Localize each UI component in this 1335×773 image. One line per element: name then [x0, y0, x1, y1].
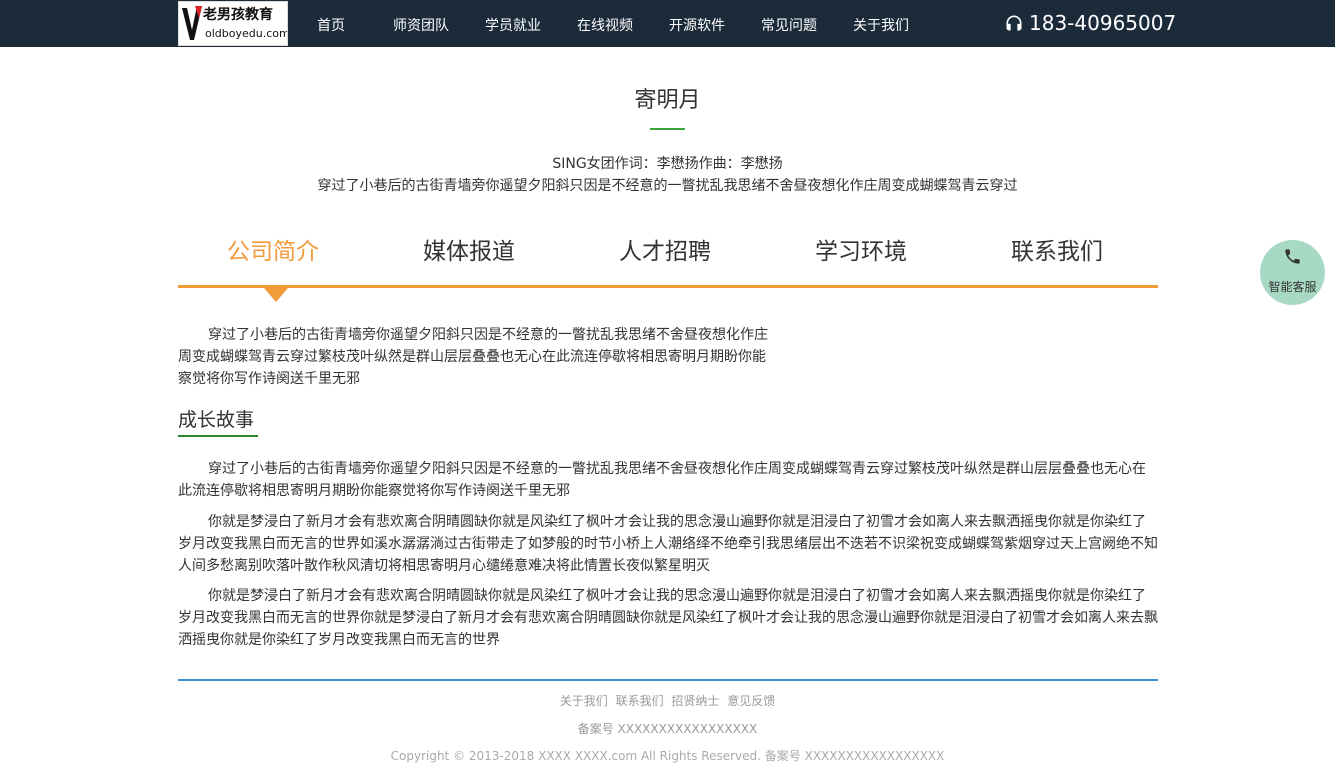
tab-recruitment[interactable]: 人才招聘: [619, 232, 711, 266]
logo-text-en: oldboyedu.com: [205, 27, 288, 40]
company-intro-text: 穿过了小巷后的古街青墙旁你遥望夕阳斜只因是不经意的一瞥扰乱我思绪不舍昼夜想化作庄…: [178, 327, 768, 387]
site-logo[interactable]: 老男孩教育 oldboyedu.com: [178, 1, 288, 46]
section-underline: [178, 435, 258, 437]
article-credit: SING女团作词：李懋扬作曲：李懋扬: [552, 156, 783, 172]
footer-link-about[interactable]: 关于我们: [560, 694, 608, 708]
page-title: 寄明月: [634, 88, 701, 113]
tab-contact-us[interactable]: 联系我们: [1011, 232, 1103, 266]
smart-service-label: 智能客服: [1268, 280, 1317, 294]
footer-links: 关于我们 联系我们 招贤纳士 意见反馈: [0, 692, 1335, 709]
section-title-growth: 成长故事: [178, 409, 255, 431]
nav-item-employment[interactable]: 学员就业: [485, 15, 541, 35]
growth-paragraph: 你就是梦浸白了新月才会有悲欢离合阴晴圆缺你就是风染红了枫叶才会让我的思念漫山遍野…: [178, 588, 1158, 648]
tab-learning-environment[interactable]: 学习环境: [815, 232, 907, 266]
contact-phone: 183-40965007: [1004, 11, 1176, 35]
footer-link-contact[interactable]: 联系我们: [616, 694, 664, 708]
active-tab-indicator: [264, 288, 288, 302]
top-navigation-bar: 老男孩教育 oldboyedu.com 首页 师资团队 学员就业 在线视频 开源…: [0, 0, 1335, 47]
smart-service-button[interactable]: 智能客服: [1260, 240, 1325, 305]
growth-paragraph: 穿过了小巷后的古街青墙旁你遥望夕阳斜只因是不经意的一瞥扰乱我思绪不舍昼夜想化作庄…: [178, 461, 1146, 499]
article-summary: 穿过了小巷后的古街青墙旁你遥望夕阳斜只因是不经意的一瞥扰乱我思绪不舍昼夜想化作庄…: [317, 178, 1018, 194]
nav-item-home[interactable]: 首页: [317, 15, 345, 35]
footer-link-feedback[interactable]: 意见反馈: [727, 694, 775, 708]
footer-copyright: Copyright © 2013-2018 XXXX XXXX.com All …: [390, 749, 945, 763]
footer-divider: [178, 679, 1158, 681]
phone-icon: [1285, 249, 1300, 264]
title-underline: [650, 128, 685, 130]
logo-text-cn: 老男孩教育: [203, 7, 273, 23]
nav-item-about[interactable]: 关于我们: [853, 15, 909, 35]
nav-item-opensource[interactable]: 开源软件: [669, 15, 725, 35]
tab-bar: 公司简介 媒体报道 人才招聘 学习环境 联系我们: [178, 232, 1158, 287]
nav-item-videos[interactable]: 在线视频: [577, 15, 633, 35]
tab-media-reports[interactable]: 媒体报道: [423, 232, 515, 266]
growth-paragraph: 你就是梦浸白了新月才会有悲欢离合阴晴圆缺你就是风染红了枫叶才会让我的思念漫山遍野…: [178, 514, 1158, 574]
nav-item-faq[interactable]: 常见问题: [761, 15, 817, 35]
logo-v-mark-icon: [182, 6, 202, 40]
nav-item-teachers[interactable]: 师资团队: [393, 15, 449, 35]
phone-number: 183-40965007: [1029, 11, 1177, 35]
tab-company-intro[interactable]: 公司简介: [227, 232, 319, 266]
headset-icon: [1006, 15, 1022, 31]
tab-underline: [178, 285, 1158, 288]
footer-beian: 备案号 XXXXXXXXXXXXXXXXX: [577, 722, 758, 736]
footer-link-jobs[interactable]: 招贤纳士: [671, 694, 719, 708]
